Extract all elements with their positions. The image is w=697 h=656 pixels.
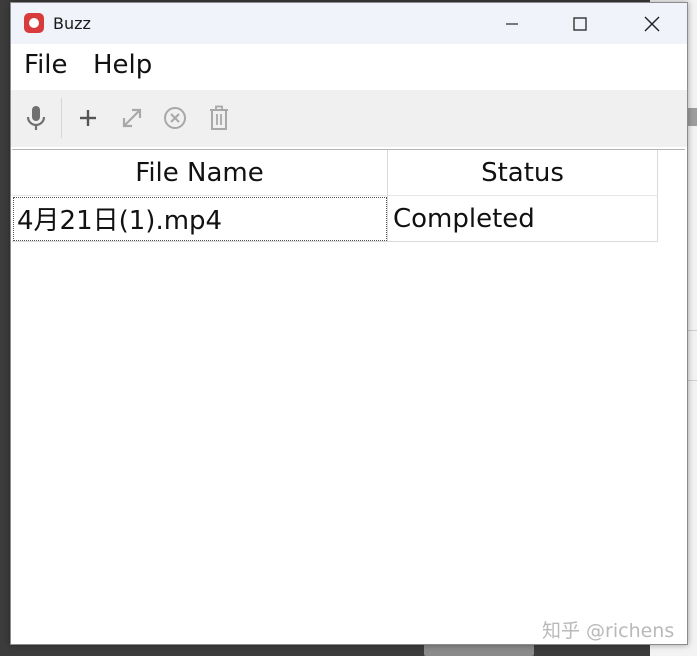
toolbar-separator <box>61 98 62 138</box>
close-icon <box>644 16 660 31</box>
maximize-icon <box>573 16 587 31</box>
table-header: File Name Status <box>12 150 658 196</box>
menu-bar: File Help <box>11 44 687 90</box>
maximize-button[interactable] <box>557 3 603 44</box>
cancel-transcription-button[interactable] <box>159 102 191 134</box>
title-bar[interactable]: Buzz <box>11 3 687 44</box>
cell-file-name[interactable]: 4月21日(1).mp4 <box>12 196 388 242</box>
watermark: 知乎 @richens <box>542 620 675 642</box>
cancel-icon <box>164 107 186 129</box>
buzz-window: Buzz File Help File Name Status 4月21日(1)… <box>10 2 688 645</box>
delete-button[interactable] <box>203 102 235 134</box>
table-row[interactable]: 4月21日(1).mp4 Completed <box>12 196 658 242</box>
transcription-table: File Name Status 4月21日(1).mp4 Completed <box>12 149 685 644</box>
plus-icon <box>80 110 96 126</box>
window-title: Buzz <box>53 14 91 33</box>
buzz-app-icon <box>24 13 44 33</box>
column-header-status[interactable]: Status <box>388 150 658 196</box>
menu-help[interactable]: Help <box>93 50 152 80</box>
record-button[interactable] <box>20 102 52 134</box>
toolbar <box>11 90 687 147</box>
expand-icon <box>122 108 142 128</box>
cell-status[interactable]: Completed <box>388 196 658 242</box>
minimize-button[interactable] <box>489 3 535 44</box>
background-scroll-thumb <box>424 644 534 656</box>
column-header-file-name[interactable]: File Name <box>12 150 388 196</box>
open-transcript-button[interactable] <box>116 102 148 134</box>
close-button[interactable] <box>629 3 675 44</box>
microphone-icon <box>26 106 46 130</box>
minimize-icon <box>506 22 518 25</box>
menu-file[interactable]: File <box>24 50 68 80</box>
trash-icon <box>210 105 228 130</box>
add-file-button[interactable] <box>72 102 104 134</box>
